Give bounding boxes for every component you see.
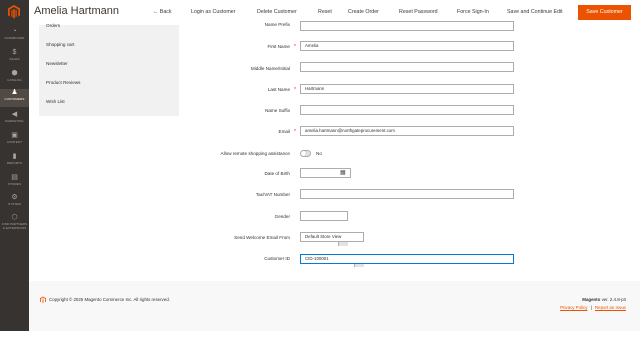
first-name-input[interactable]: Amelia (300, 41, 514, 51)
person-icon: ♟ (11, 89, 18, 96)
last-name-label: Last Name (267, 87, 290, 92)
gender-label: Gender (274, 214, 290, 219)
layout-icon: ▣ (11, 132, 18, 139)
nav-item-dashboard[interactable]: ◔ DASHBOARD (0, 28, 29, 46)
middle-name-input[interactable] (300, 62, 514, 72)
nav-item-stores[interactable]: ▤ STORES (0, 174, 29, 192)
welcome-from-select[interactable]: Default Store View (300, 232, 364, 242)
dob-label: Date of Birth (264, 171, 290, 176)
page-title: Amelia Hartmann (34, 5, 119, 17)
nav-item-catalog[interactable]: ⬢ CATALOG (0, 70, 29, 88)
welcome-from-label: Send Welcome Email From (234, 235, 290, 240)
admin-sidebar: ◔ DASHBOARD $ SALES ⬢ CATALOG ♟ CUSTOMER… (0, 0, 29, 331)
create-order-button[interactable]: Create Order (348, 9, 379, 15)
customer-tabs: Orders Shopping cart Newsletter Product … (39, 23, 179, 116)
bar-chart-icon: ▮ (12, 153, 17, 160)
toggle-knob (301, 151, 306, 156)
delete-customer-button[interactable]: Delete Customer (257, 9, 297, 15)
name-prefix-label: Name Prefix (264, 22, 290, 27)
nav-item-content[interactable]: ▣ CONTENT (0, 132, 29, 150)
tab-shopping-cart[interactable]: Shopping cart (46, 42, 74, 47)
save-customer-button[interactable]: Save Customer (578, 5, 631, 20)
admin-app: ◔ DASHBOARD $ SALES ⬢ CATALOG ♟ CUSTOMER… (0, 0, 640, 360)
magento-logo-icon (40, 296, 46, 304)
report-issue-link[interactable]: Report an Issue (595, 305, 626, 310)
name-prefix-input[interactable] (300, 21, 514, 31)
required-marker: * (294, 44, 296, 50)
required-marker: * (294, 87, 296, 93)
name-suffix-input[interactable] (300, 105, 514, 115)
name-suffix-label: Name Suffix (265, 108, 290, 113)
megaphone-icon: ◀ (11, 111, 18, 118)
save-and-continue-button[interactable]: Save and Continue Edit (507, 9, 563, 15)
nav-item-partners[interactable]: ⬡ FIND PARTNERS & EXTENSIONS (0, 214, 29, 236)
nav-item-customers[interactable]: ♟ CUSTOMERS (0, 89, 29, 107)
taxvat-label: Tax/VAT Number (255, 192, 290, 197)
taxvat-input[interactable] (300, 189, 514, 199)
footer-separator: | (590, 305, 592, 310)
privacy-policy-link[interactable]: Privacy Policy (560, 305, 587, 310)
calendar-icon[interactable]: ▦ (340, 169, 346, 176)
gender-select[interactable] (300, 211, 348, 221)
first-name-label: First Name (267, 44, 290, 49)
nav-item-marketing[interactable]: ◀ MARKETING (0, 111, 29, 129)
page-footer: Copyright © 2025 Magento Commerce Inc. A… (29, 281, 640, 331)
back-button[interactable]: ← Back (153, 9, 172, 15)
tab-orders[interactable]: Orders (46, 23, 60, 28)
storefront-icon: ▤ (11, 174, 18, 181)
login-as-customer-button[interactable]: Login as Customer (191, 9, 235, 15)
tab-wish-list[interactable]: Wish List (46, 99, 65, 104)
copyright-text: Copyright © 2025 Magento Commerce Inc. A… (49, 297, 170, 302)
customer-edit-form: Orders Shopping cart Newsletter Product … (29, 21, 640, 281)
tab-product-reviews[interactable]: Product Reviews (46, 80, 80, 85)
remote-assistance-value: No (316, 151, 322, 156)
arrow-left-icon: ← (153, 9, 159, 15)
reset-password-button[interactable]: Reset Password (399, 9, 438, 15)
reset-button[interactable]: Reset (318, 9, 332, 15)
customer-id-label: Customer ID (264, 256, 290, 261)
dollar-icon: $ (12, 49, 17, 56)
force-sign-in-button[interactable]: Force Sign-In (457, 9, 489, 15)
last-name-input[interactable]: Hartmann (300, 84, 514, 94)
speedometer-icon: ◔ (12, 28, 17, 35)
nav-item-sales[interactable]: $ SALES (0, 49, 29, 67)
nav-item-system[interactable]: ⚙ SYSTEM (0, 194, 29, 212)
footer-links: Privacy Policy | Report an Issue (560, 305, 626, 310)
gear-icon: ⚙ (11, 194, 18, 201)
page-bottom-blank (0, 331, 640, 360)
magento-logo-icon[interactable] (6, 4, 22, 20)
cube-icon: ⬢ (11, 70, 18, 77)
remote-assistance-label: Allow remote shopping assistance (220, 151, 290, 156)
version-text: Magento ver. 2.4.8-p3 (582, 297, 626, 302)
nav-item-reports[interactable]: ▮ REPORTS (0, 153, 29, 171)
customer-id-input[interactable]: CID-100001 (300, 254, 514, 264)
email-label: Email (278, 129, 291, 134)
required-marker: * (294, 129, 296, 135)
partners-icon: ⬡ (11, 214, 18, 221)
tab-newsletter[interactable]: Newsletter (46, 61, 68, 66)
remote-assistance-toggle[interactable] (300, 150, 311, 157)
middle-name-label: Middle Name/Initial (250, 66, 290, 71)
email-input[interactable]: amelia.hartmann@northgateprocurement.com (300, 126, 514, 136)
